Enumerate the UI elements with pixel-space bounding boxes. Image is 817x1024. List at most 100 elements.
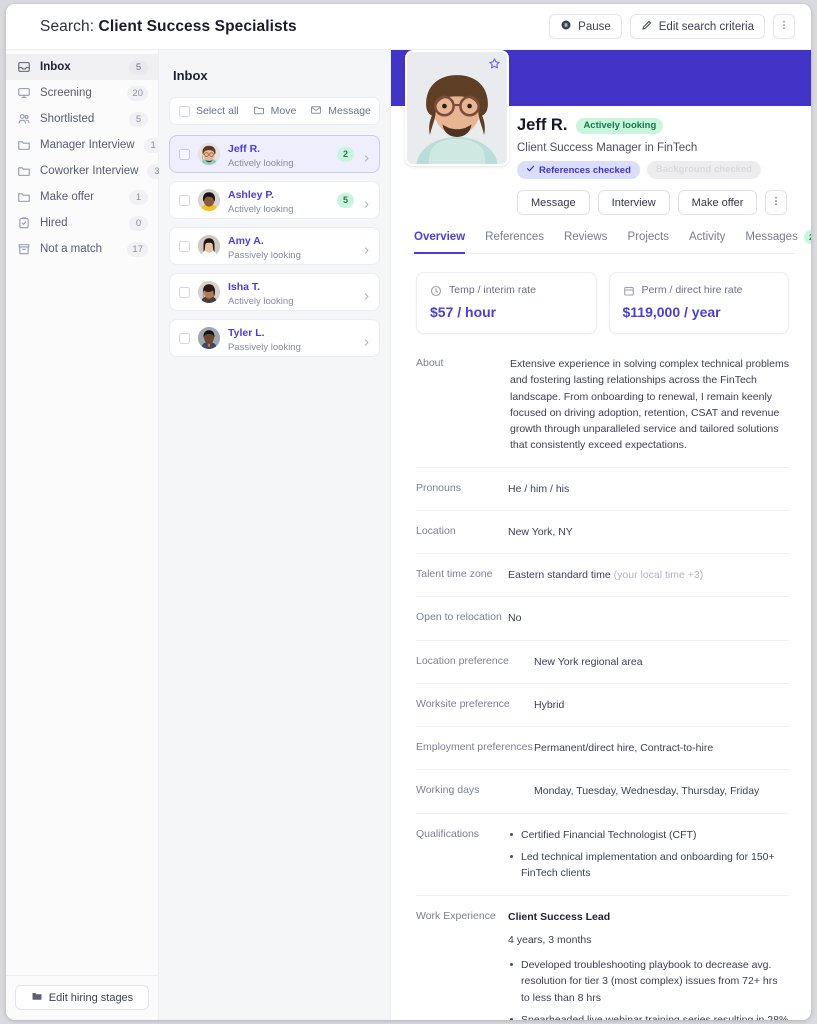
profile-details: About Extensive experience in solving co…	[391, 334, 811, 1020]
candidate-checkbox[interactable]	[179, 286, 190, 298]
sidebar-footer: Edit hiring stages	[6, 975, 158, 1020]
message-bulk-button[interactable]: Message	[310, 104, 371, 119]
candidate-status: Actively looking	[228, 203, 294, 215]
folder-icon	[17, 190, 31, 204]
perm-rate-header: Perm / direct hire rate	[623, 284, 776, 296]
make-offer-button[interactable]: Make offer	[677, 190, 758, 215]
select-all-control[interactable]: Select all	[179, 105, 239, 117]
interview-button[interactable]: Interview	[597, 190, 670, 215]
chevron-right-icon[interactable]	[362, 334, 371, 346]
edit-hiring-stages-button[interactable]: Edit hiring stages	[15, 985, 149, 1010]
avatar	[198, 235, 220, 257]
list-item: Certified Financial Technologist (CFT)	[508, 827, 789, 843]
candidate-name: Amy A.	[228, 234, 264, 247]
detail-value: No	[508, 612, 522, 625]
temp-rate-card: Temp / interim rate $57 / hour	[416, 272, 597, 334]
sidebar-item-screening[interactable]: Screening 20	[6, 80, 158, 106]
tab-messages[interactable]: Messages 2	[745, 230, 811, 254]
sidebar-item-label: Screening	[40, 87, 92, 99]
check-icon	[526, 164, 535, 176]
avatar	[198, 189, 220, 211]
profile-more-options-button[interactable]	[765, 190, 788, 215]
chevron-right-icon[interactable]	[362, 242, 371, 254]
folder-icon	[17, 138, 31, 152]
tab-activity[interactable]: Activity	[689, 230, 725, 254]
detail-label: Location	[416, 524, 456, 537]
chevron-right-icon[interactable]	[362, 288, 371, 300]
message-button[interactable]: Message	[517, 190, 590, 215]
tab-label: Projects	[627, 231, 669, 243]
top-more-options-button[interactable]	[773, 14, 795, 39]
pause-label: Pause	[578, 20, 611, 33]
candidate-text: Ashley P. Actively looking	[228, 185, 329, 215]
list-item: Spearheaded live webinar training series…	[508, 1012, 789, 1020]
sidebar-item-badge: 0	[129, 215, 148, 231]
tab-label: Messages	[745, 231, 798, 243]
tab-label: Reviews	[563, 231, 608, 243]
detail-value: New York regional area	[534, 655, 643, 668]
message-label: Message	[328, 105, 371, 117]
temp-rate-header: Temp / interim rate	[430, 284, 583, 297]
favorite-star-icon[interactable]	[488, 57, 501, 70]
profile-actions: Message Interview Make offer	[517, 190, 795, 215]
sidebar-item-make-offer[interactable]: Make offer 1	[6, 184, 158, 210]
page-title: Search: Client Success Specialists	[40, 18, 297, 36]
move-button[interactable]: Move	[253, 104, 296, 119]
sidebar-item-shortlisted[interactable]: Shortlisted 5	[6, 106, 158, 132]
profile-info: Jeff R. Actively looking Client Success …	[517, 106, 795, 215]
list-item[interactable]: Amy A. Passively looking	[169, 227, 380, 265]
sidebar-item-not-a-match[interactable]: Not a match 17	[6, 236, 158, 262]
app-body: Inbox 5 Screening 20 Shortlisted 5 Manag…	[6, 50, 811, 1020]
candidate-checkbox[interactable]	[179, 332, 190, 344]
candidate-checkbox[interactable]	[179, 148, 190, 160]
candidate-name: Jeff R.	[228, 142, 261, 155]
candidate-list-panel: Inbox Select all Move Message Jeff R. Ac…	[159, 50, 391, 1020]
tab-references[interactable]: References	[485, 230, 544, 254]
tab-projects[interactable]: Projects	[627, 230, 669, 254]
list-item: Led technical implementation and onboard…	[508, 849, 789, 882]
candidate-name: Tyler L.	[228, 326, 265, 339]
candidate-status: Passively looking	[228, 341, 301, 353]
profile-title: Client Success Manager in FinTech	[517, 142, 698, 154]
candidate-status: Passively looking	[228, 249, 301, 261]
edit-hiring-stages-label: Edit hiring stages	[48, 991, 134, 1004]
sidebar-item-label: Make offer	[40, 191, 95, 203]
list-item[interactable]: Jeff R. Actively looking 2	[169, 135, 380, 173]
tab-overview[interactable]: Overview	[414, 230, 466, 254]
detail-label: Qualifications	[416, 827, 480, 840]
sidebar-item-inbox[interactable]: Inbox 5	[6, 54, 158, 80]
work-title: Client Success Lead	[508, 910, 611, 923]
candidate-name: Isha T.	[228, 280, 261, 293]
select-all-checkbox[interactable]	[179, 105, 190, 117]
sidebar-item-badge: 20	[127, 85, 148, 101]
chevron-right-icon[interactable]	[362, 150, 371, 162]
kebab-menu-icon	[770, 195, 782, 210]
tab-reviews[interactable]: Reviews	[564, 230, 607, 254]
tab-label: Overview	[414, 231, 466, 243]
candidate-text: Tyler L. Passively looking	[228, 323, 354, 353]
candidate-text: Jeff R. Actively looking	[228, 139, 329, 169]
sidebar-item-hired[interactable]: Hired 0	[6, 210, 158, 236]
sidebar-item-coworker-interview[interactable]: Coworker Interview 3	[6, 158, 167, 184]
candidate-checkbox[interactable]	[179, 240, 190, 252]
clipboard-check-icon	[17, 216, 31, 230]
detail-value: New York, NY	[508, 525, 573, 538]
list-item[interactable]: Ashley P. Actively looking 5	[169, 181, 380, 219]
candidate-text: Amy A. Passively looking	[228, 231, 354, 261]
sidebar-item-manager-interview[interactable]: Manager Interview 1	[6, 132, 163, 158]
list-item[interactable]: Tyler L. Passively looking	[169, 319, 380, 357]
detail-value: Certified Financial Technologist (CFT) L…	[508, 827, 789, 882]
candidate-status: Actively looking	[228, 157, 294, 169]
clock-icon	[430, 284, 442, 297]
detail-row-location: Location New York, NY	[416, 509, 789, 553]
qualifications-list: Certified Financial Technologist (CFT) L…	[508, 827, 789, 882]
profile-photo	[405, 50, 509, 166]
candidate-checkbox[interactable]	[179, 194, 190, 206]
chevron-right-icon[interactable]	[362, 196, 371, 208]
profile-panel: Jeff R. Actively looking Client Success …	[391, 50, 811, 1020]
verification-chips: References checked Background checked	[517, 161, 795, 179]
select-all-label: Select all	[196, 105, 239, 117]
edit-search-criteria-button[interactable]: Edit search criteria	[629, 14, 765, 39]
list-item[interactable]: Isha T. Actively looking	[169, 273, 380, 311]
pause-button[interactable]: Pause	[549, 14, 622, 39]
